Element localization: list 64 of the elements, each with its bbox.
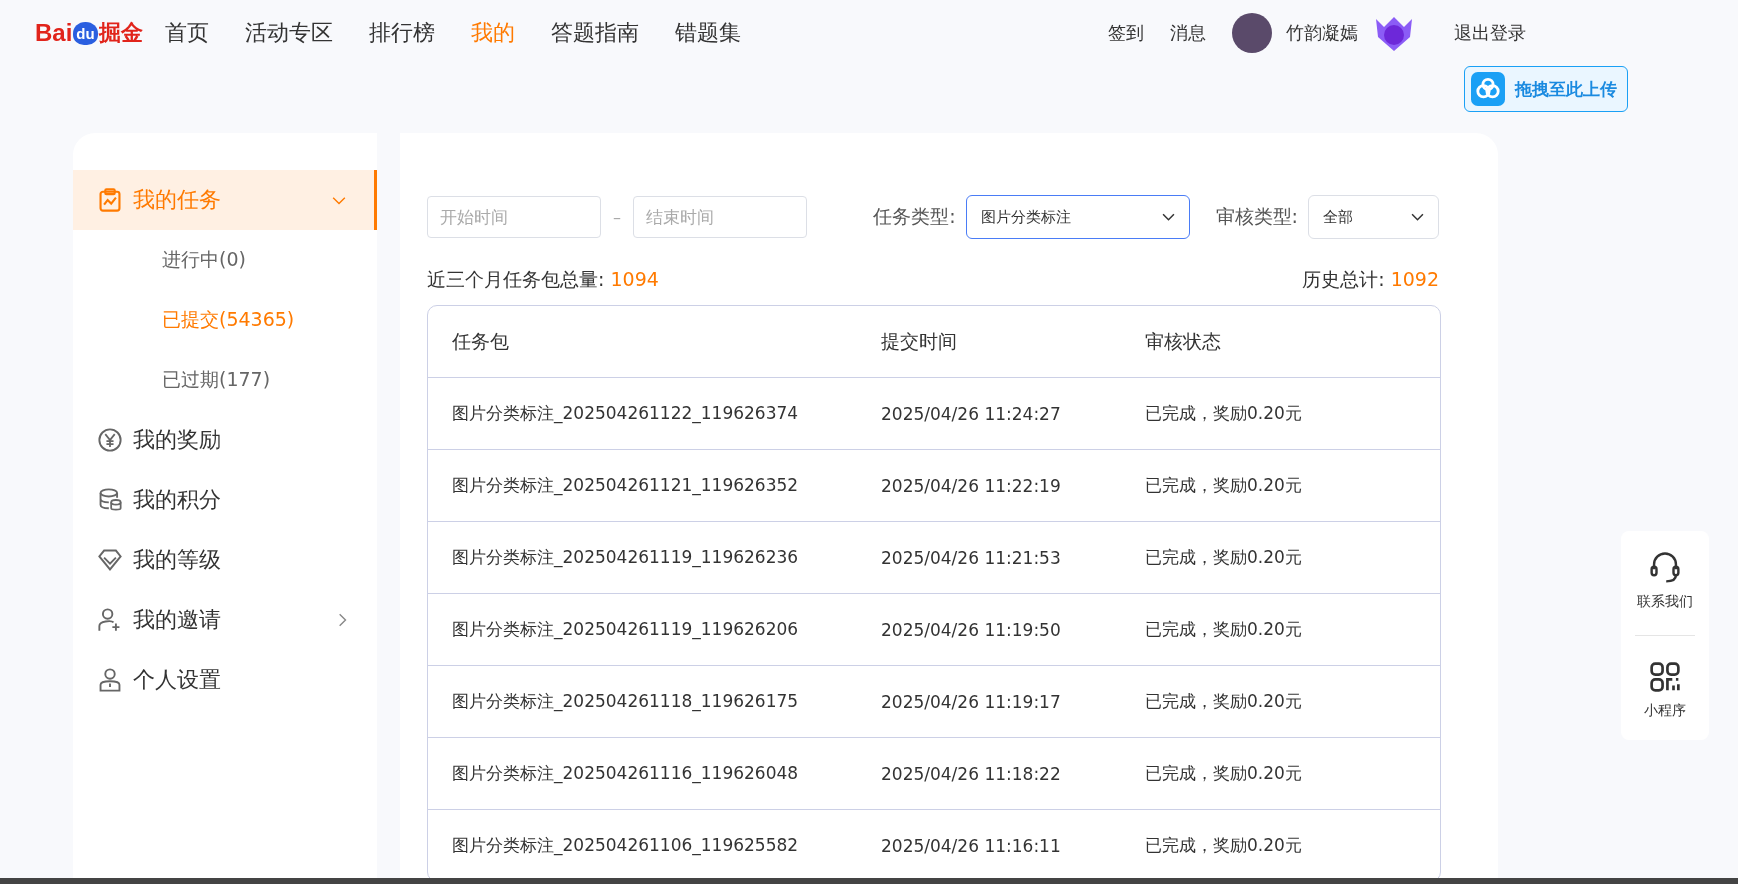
table-cell-text: 2025/04/26 11:18:22 xyxy=(880,763,1062,784)
table-cell-text: 2025/04/26 11:21:53 xyxy=(880,547,1062,568)
table-cell-text: 2025/04/26 11:19:50 xyxy=(880,619,1062,640)
coin-stack-icon xyxy=(97,487,123,513)
table-cell-text: 图片分类标注_202504261118_119626175 xyxy=(451,690,800,713)
sidebar-item[interactable]: 我的邀请 xyxy=(73,590,377,650)
floating-panel-item[interactable]: 联系我们 xyxy=(1637,551,1693,611)
headset-icon xyxy=(1648,551,1682,585)
table-cell-text: 已完成，奖励0.20元 xyxy=(1144,690,1303,713)
nav-tab[interactable]: 活动专区 xyxy=(244,18,333,48)
sidebar-item[interactable]: 我的等级 xyxy=(73,530,377,590)
table-cell-text: 图片分类标注_202504261121_119626352 xyxy=(451,474,800,497)
diamond-icon xyxy=(97,547,123,573)
site-logo[interactable]: Bai du 掘金 xyxy=(35,18,143,48)
table-cell-text: 已完成，奖励0.20元 xyxy=(1144,762,1303,785)
horizontal-scrollbar[interactable] xyxy=(0,878,1738,884)
logout-link[interactable]: 退出登录 xyxy=(1454,21,1526,45)
nav-tab[interactable]: 错题集 xyxy=(674,18,741,48)
user-icon xyxy=(97,667,123,693)
end-time-field[interactable]: 结束时间 xyxy=(633,196,807,238)
username[interactable]: 竹韵凝嫣 xyxy=(1286,21,1358,45)
avatar[interactable] xyxy=(1232,13,1272,53)
nav-tab[interactable]: 排行榜 xyxy=(368,18,435,48)
nav-tab[interactable]: 首页 xyxy=(164,18,209,48)
table-cell-text: 图片分类标注_202504261106_119625582 xyxy=(451,834,800,857)
table-cell-text: 已完成，奖励0.20元 xyxy=(1144,546,1303,569)
sidebar-item[interactable]: 我的积分 xyxy=(73,470,377,530)
table-cell-text: 图片分类标注_202504261116_119626048 xyxy=(451,762,800,785)
table-cell-text: 2025/04/26 11:19:17 xyxy=(880,691,1062,712)
sidebar-item[interactable]: 个人设置 xyxy=(73,650,377,710)
column-header: 任务包 xyxy=(451,328,510,354)
task-type-select[interactable]: 图片分类标注 xyxy=(965,195,1190,239)
sidebar-subitem[interactable]: 进行中(0) xyxy=(73,230,377,290)
table-cell-text: 已完成，奖励0.20元 xyxy=(1144,402,1303,425)
column-header: 审核状态 xyxy=(1144,328,1222,354)
sidebar-item[interactable]: 我的奖励 xyxy=(73,410,377,470)
floating-panel-item[interactable]: 小程序 xyxy=(1644,660,1686,720)
table-cell-text: 图片分类标注_202504261119_119626236 xyxy=(451,546,800,569)
sidebar-subitem[interactable]: 已过期(177) xyxy=(73,350,377,410)
yen-coin-icon xyxy=(97,427,123,453)
checkin-link[interactable]: 签到 xyxy=(1108,21,1144,45)
table-cell-text: 已完成，奖励0.20元 xyxy=(1144,474,1303,497)
qr-code-icon xyxy=(1648,660,1682,694)
review-type-label: 审核类型: xyxy=(1215,204,1298,229)
review-type-select[interactable]: 全部 xyxy=(1308,195,1439,239)
column-header: 提交时间 xyxy=(880,328,958,354)
table-cell-text: 已完成，奖励0.20元 xyxy=(1144,834,1303,857)
table-cell-text: 已完成，奖励0.20元 xyxy=(1144,618,1303,641)
chevron-down-icon xyxy=(1411,212,1424,222)
table-cell-text: 2025/04/26 11:22:19 xyxy=(880,475,1062,496)
clipboard-chart-icon xyxy=(97,187,123,213)
messages-link[interactable]: 消息 xyxy=(1170,21,1206,45)
table-cell-text: 图片分类标注_202504261122_119626374 xyxy=(451,402,800,425)
table-cell-text: 2025/04/26 11:16:11 xyxy=(880,835,1062,856)
task-type-label: 任务类型: xyxy=(873,204,956,229)
history-total-text: 历史总计: 1092 xyxy=(1302,267,1439,292)
start-time-field[interactable]: 开始时间 xyxy=(427,196,601,238)
nav-tab[interactable]: 答题指南 xyxy=(550,18,639,48)
cloud-icon xyxy=(1471,72,1505,106)
range-separator: – xyxy=(613,207,621,227)
recent-total-text: 近三个月任务包总量: 1094 xyxy=(427,267,659,292)
table-cell-text: 图片分类标注_202504261119_119626206 xyxy=(451,618,800,641)
chevron-down-icon xyxy=(1161,212,1175,222)
table-cell-text: 2025/04/26 11:24:27 xyxy=(880,403,1062,424)
